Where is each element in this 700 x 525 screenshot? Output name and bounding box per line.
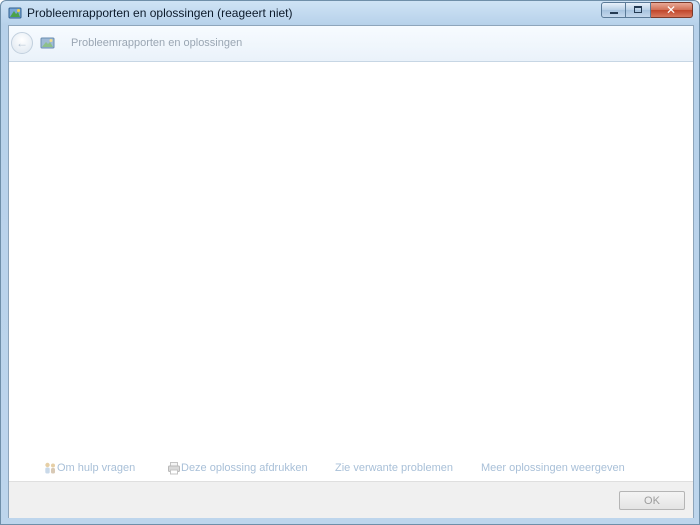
print-solution-link[interactable]: Deze oplossing afdrukken bbox=[181, 462, 308, 474]
problem-reports-icon bbox=[40, 37, 55, 49]
caption-buttons: ✕ bbox=[601, 2, 693, 20]
app-window: Probleemrapporten en oplossingen (reagee… bbox=[0, 0, 700, 525]
ok-button[interactable]: OK bbox=[619, 491, 685, 510]
ask-help-link[interactable]: Om hulp vragen bbox=[57, 462, 135, 474]
problem-reports-icon bbox=[8, 7, 22, 19]
action-links: Om hulp vragen Deze oplossing afdrukken … bbox=[9, 458, 693, 480]
close-icon: ✕ bbox=[665, 3, 677, 17]
breadcrumb-title[interactable]: Probleemrapporten en oplossingen bbox=[71, 37, 242, 49]
close-button[interactable]: ✕ bbox=[651, 2, 693, 18]
back-arrow-icon: ← bbox=[16, 36, 28, 50]
content-area bbox=[9, 62, 693, 457]
title-bar[interactable]: Probleemrapporten en oplossingen (reagee… bbox=[1, 1, 699, 25]
button-bar: OK bbox=[9, 481, 693, 518]
more-solutions-link[interactable]: Meer oplossingen weergeven bbox=[481, 462, 625, 474]
related-problems-link[interactable]: Zie verwante problemen bbox=[335, 462, 453, 474]
back-button[interactable]: ← bbox=[11, 32, 33, 54]
maximize-icon bbox=[634, 6, 642, 13]
maximize-button[interactable] bbox=[626, 2, 651, 18]
window-title: Probleemrapporten en oplossingen (reagee… bbox=[27, 6, 293, 20]
client-area: ← Probleemrapporten en oplossingen Om hu… bbox=[8, 25, 694, 518]
navigation-bar: ← Probleemrapporten en oplossingen bbox=[9, 26, 693, 62]
people-help-icon bbox=[45, 462, 55, 474]
printer-icon bbox=[168, 462, 180, 475]
minimize-icon bbox=[610, 12, 618, 14]
minimize-button[interactable] bbox=[601, 2, 626, 18]
